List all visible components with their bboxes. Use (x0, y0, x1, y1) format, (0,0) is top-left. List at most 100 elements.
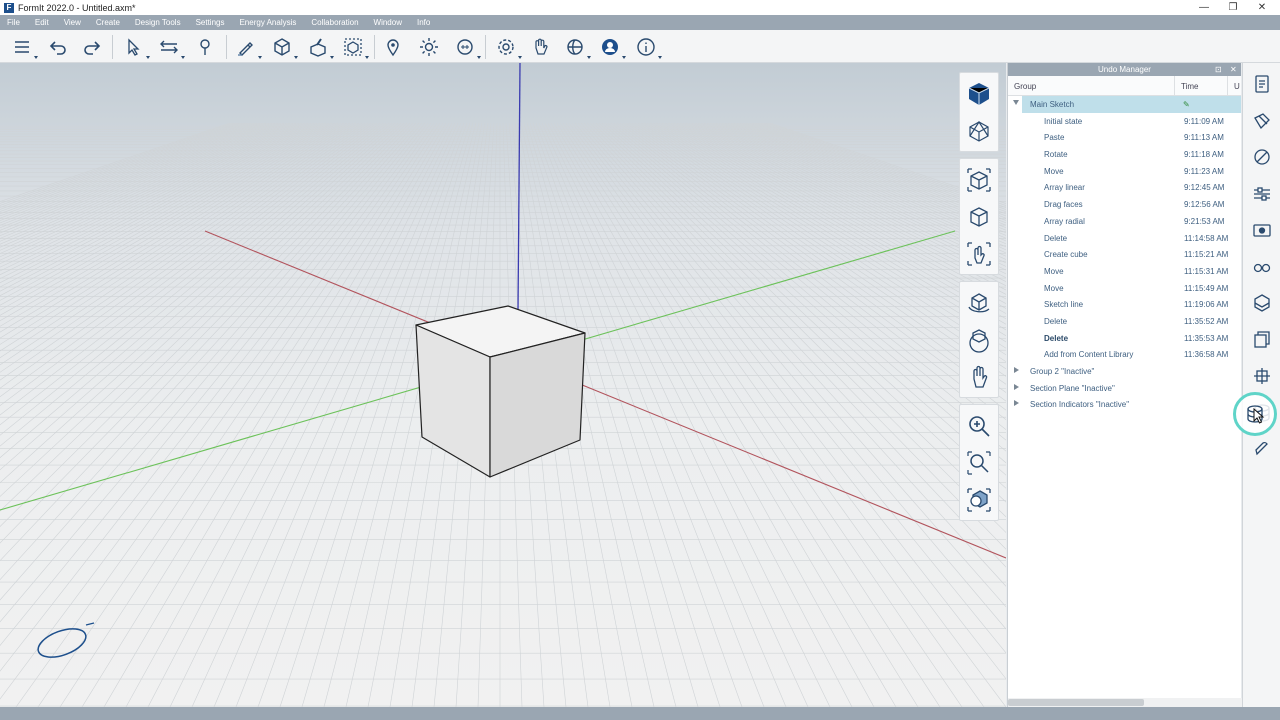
undo-history-row[interactable]: Paste 9:11:13 AM (1008, 129, 1241, 146)
panel-close-icon[interactable]: ✕ (1230, 63, 1237, 76)
redo-icon[interactable] (81, 36, 103, 58)
undo-history-row[interactable]: Array linear 9:12:45 AM (1008, 179, 1241, 196)
view-cube-top-icon[interactable] (960, 161, 998, 198)
minimize-button[interactable]: — (1190, 0, 1218, 15)
menu-window[interactable]: Window (374, 18, 402, 27)
zoom-icon[interactable] (960, 407, 998, 444)
orbit-model-icon[interactable] (960, 321, 998, 358)
pan-hand-icon[interactable] (529, 36, 551, 58)
menu-design-tools[interactable]: Design Tools (135, 18, 181, 27)
levels-icon[interactable] (1251, 292, 1273, 314)
undo-history-row[interactable]: Delete 11:14:58 AM (1008, 230, 1241, 247)
compass-icon (37, 622, 95, 658)
layers-icon[interactable] (11, 36, 38, 59)
undo-history-row[interactable]: Array radial 9:21:53 AM (1008, 213, 1241, 230)
menu-energy-analysis[interactable]: Energy Analysis (239, 18, 296, 27)
home-view-icon[interactable] (960, 75, 998, 112)
visual-styles-icon[interactable] (1251, 256, 1273, 278)
info-icon[interactable] (635, 36, 662, 59)
undo-action-label: Delete (1044, 316, 1068, 326)
menu-view[interactable]: View (64, 18, 81, 27)
location-pin-icon[interactable] (382, 36, 404, 58)
menu-info[interactable]: Info (417, 18, 430, 27)
zoom-extents-icon[interactable] (960, 481, 998, 518)
undo-history-row[interactable]: Rotate 9:11:18 AM (1008, 146, 1241, 163)
menu-settings[interactable]: Settings (196, 18, 225, 27)
group-name: Main Sketch (1030, 100, 1075, 109)
edit-pencil-icon[interactable]: ✎ (1183, 100, 1190, 109)
3d-viewport[interactable] (0, 63, 1006, 707)
collapse-arrow-icon[interactable] (1013, 100, 1019, 105)
z-axis-line (517, 63, 521, 312)
cube-primitive-icon[interactable] (271, 36, 298, 59)
horizontal-scrollbar[interactable] (1008, 698, 1242, 707)
paint-icon[interactable] (194, 36, 216, 58)
user-profile-icon[interactable] (599, 36, 626, 59)
orthographic-view-icon[interactable] (960, 112, 998, 149)
zoom-window-icon[interactable] (960, 444, 998, 481)
title-bar: F FormIt 2022.0 - Untitled.axm* — ❐ ✕ (0, 0, 1280, 15)
undo-history-row[interactable]: Move 11:15:31 AM (1008, 263, 1241, 280)
undo-time-label: 11:15:31 AM (1184, 266, 1229, 276)
select-icon[interactable] (123, 36, 150, 59)
look-at-icon[interactable] (960, 235, 998, 272)
scenes-icon[interactable] (1251, 219, 1273, 241)
menu-create[interactable]: Create (96, 18, 120, 27)
undo-manager-titlebar: Undo Manager ⊡ ✕ (1008, 63, 1241, 76)
undo-history-row[interactable]: Move 11:15:49 AM (1008, 280, 1241, 297)
sketch-pen-icon[interactable] (235, 36, 262, 59)
close-button[interactable]: ✕ (1248, 0, 1276, 15)
undo-time-label: 9:21:53 AM (1184, 216, 1225, 226)
group-name: Section Plane "Inactive" (1030, 383, 1115, 393)
undo-time-label: 9:11:18 AM (1184, 150, 1224, 160)
content-library-icon[interactable] (1251, 146, 1273, 168)
layers-panel-icon[interactable] (1251, 183, 1273, 205)
undo-action-label: Create cube (1044, 250, 1088, 260)
orbit-icon[interactable] (960, 284, 998, 321)
undo-icon[interactable] (47, 36, 69, 58)
globe-share-icon[interactable] (564, 36, 591, 59)
group-row-section-indicators[interactable]: Section Indicators "Inactive" (1008, 396, 1241, 413)
menu-edit[interactable]: Edit (35, 18, 49, 27)
undo-history-row[interactable]: Initial state 9:11:09 AM (1008, 113, 1241, 130)
undo-history-row[interactable]: Sketch line 11:19:06 AM (1008, 296, 1241, 313)
undo-action-label: Move (1044, 166, 1064, 176)
plugins-icon[interactable] (1251, 365, 1273, 387)
dynamo-icon[interactable] (1251, 438, 1273, 460)
camera-icon[interactable] (454, 36, 481, 59)
status-bar (0, 707, 1280, 720)
edit-tools-icon[interactable] (307, 36, 334, 59)
group-icon[interactable] (342, 36, 369, 59)
menu-collaboration[interactable]: Collaboration (311, 18, 358, 27)
scrollbar-thumb[interactable] (1008, 699, 1144, 706)
undo-history-row[interactable]: Move 9:11:23 AM (1008, 163, 1241, 180)
scene-canvas[interactable] (0, 63, 1006, 707)
expand-arrow-icon[interactable] (1014, 383, 1019, 390)
expand-arrow-icon[interactable] (1014, 400, 1019, 407)
column-header-time[interactable]: Time (1181, 82, 1198, 91)
restore-button[interactable]: ❐ (1219, 0, 1247, 15)
sun-icon[interactable] (418, 36, 440, 58)
column-header-user[interactable]: U (1234, 82, 1240, 91)
undo-history-row[interactable]: Create cube 11:15:21 AM (1008, 246, 1241, 263)
column-header-group[interactable]: Group (1014, 82, 1036, 91)
expand-arrow-icon[interactable] (1014, 367, 1019, 373)
group-row-group-2[interactable]: Group 2 "Inactive" (1008, 363, 1241, 380)
menu-file[interactable]: File (7, 18, 20, 27)
undo-action-label: Rotate (1044, 150, 1068, 160)
materials-icon[interactable] (1251, 110, 1273, 132)
undo-history-row[interactable]: Add from Content Library 11:36:58 AM (1008, 346, 1241, 363)
group-row-main-sketch[interactable]: Main Sketch ✎ (1013, 96, 1241, 113)
properties-icon[interactable] (1251, 73, 1273, 95)
undo-manager-panel: Undo Manager ⊡ ✕ Group Time U Main Sketc… (1007, 63, 1242, 707)
pan-icon[interactable] (960, 358, 998, 395)
undo-history-row[interactable]: Delete 11:35:52 AM (1008, 313, 1241, 330)
move-align-icon[interactable] (158, 36, 185, 59)
pin-icon[interactable]: ⊡ (1215, 63, 1222, 76)
groups-panel-icon[interactable] (1251, 329, 1273, 351)
view-cube-iso-icon[interactable] (960, 198, 998, 235)
settings-gear-icon[interactable] (495, 36, 522, 59)
group-row-section-plane[interactable]: Section Plane "Inactive" (1008, 380, 1241, 397)
undo-history-row[interactable]: Delete 11:35:53 AM (1008, 330, 1241, 347)
undo-history-row[interactable]: Drag faces 9:12:56 AM (1008, 196, 1241, 213)
